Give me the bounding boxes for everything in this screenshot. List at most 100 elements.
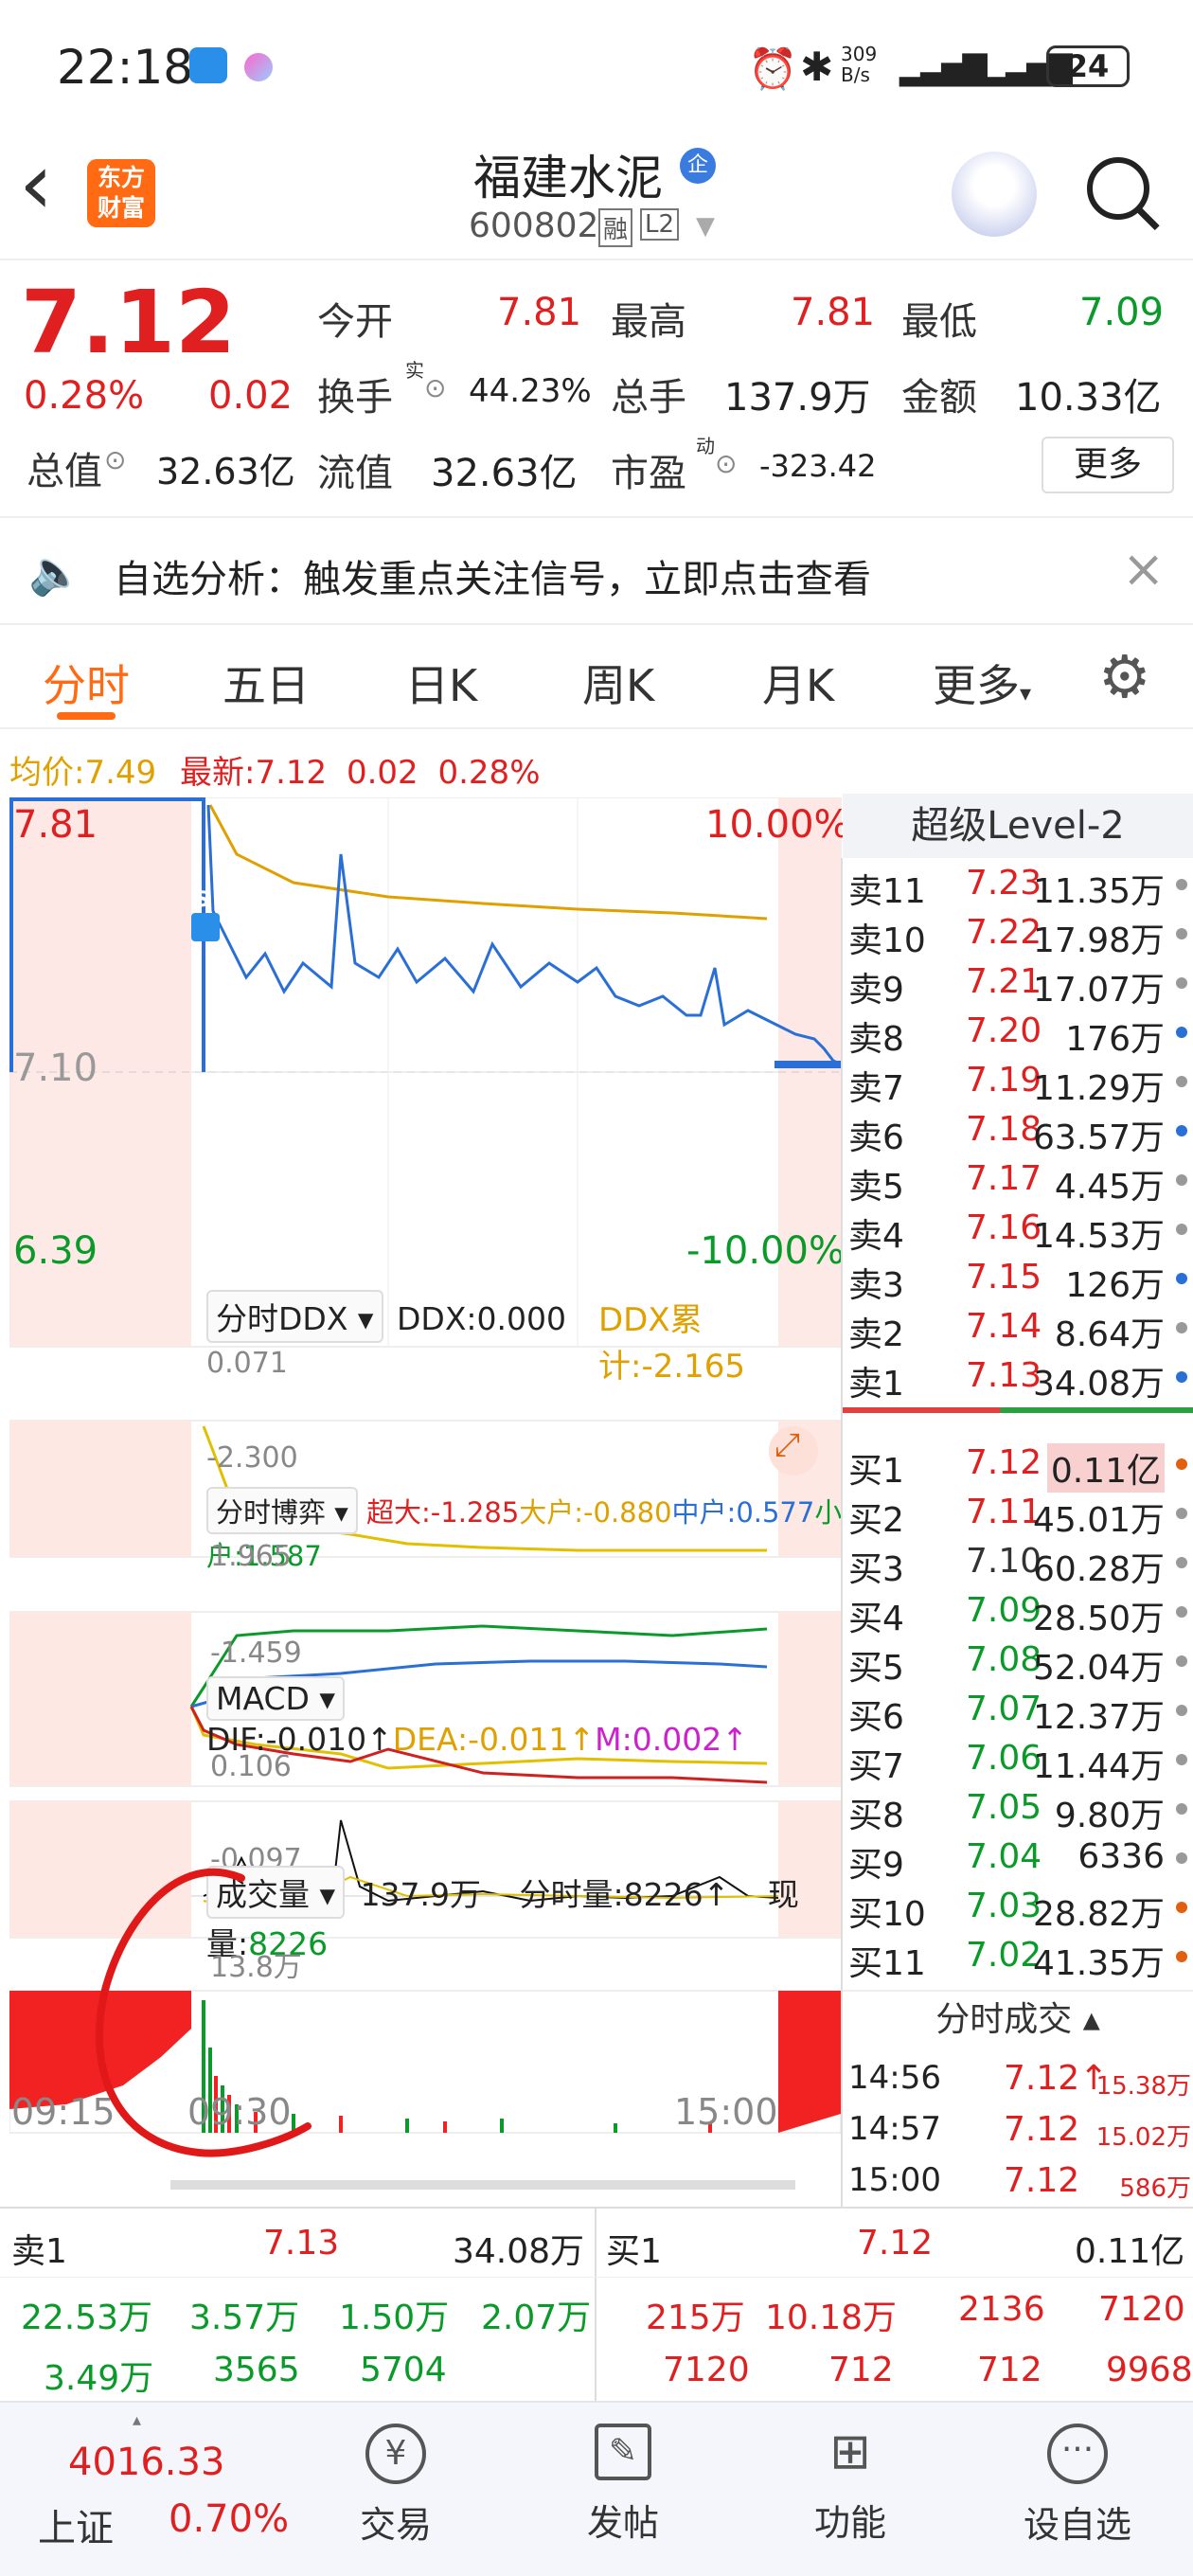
ddx-selector[interactable]: 分时DDX ▾ [206,1290,383,1343]
ask-label: 卖3 [848,1266,904,1305]
robot-assistant-icon[interactable] [952,152,1037,237]
ask-row[interactable]: 卖11 7.23 11.35万 [843,858,1193,911]
bid-label: 买7 [848,1747,904,1786]
ask-price: 7.14 [966,1307,1042,1346]
ask-row[interactable]: 卖8 7.20 176万 [843,1006,1193,1059]
bid-row[interactable]: 买9 7.04 6336 [843,1832,1193,1885]
bid-label: 买2 [848,1501,904,1540]
close-icon[interactable]: × [1122,539,1165,599]
bid-dot [1176,1606,1187,1618]
ask-row[interactable]: 卖5 7.17 4.45万 [843,1154,1193,1207]
tick-volume: 15.38万 [1095,2072,1191,2101]
back-button[interactable]: ‹ [19,142,53,227]
bid-dot [1176,1754,1187,1765]
ask-row[interactable]: 卖2 7.14 8.64万 [843,1301,1193,1354]
bid-row[interactable]: 买4 7.09 28.50万 [843,1585,1193,1638]
ask-dot [1176,1273,1187,1284]
order-book: 卖11 7.23 11.35万 卖10 7.22 17.98万 卖9 7.21 17.07万 卖8… [841,858,1193,2207]
nav-watchlist[interactable]: ··· 设自选 [992,2403,1163,2548]
tab-5day[interactable]: 五日 [223,652,310,714]
app-notify-icon [244,53,273,81]
ask-label: 卖9 [848,971,904,1010]
status-time: 22:18 [57,40,194,95]
index-pct: 0.70% [169,2497,290,2541]
ask-row[interactable]: 卖10 7.22 17.98万 [843,907,1193,960]
tab-monthly-k[interactable]: 月K [762,652,834,714]
nav-trade[interactable]: ¥ 交易 [311,2403,481,2548]
game-selector[interactable]: 分时博弈 ▾ [206,1487,358,1534]
ask-row[interactable]: 卖7 7.19 11.29万 [843,1055,1193,1108]
ask-volume: 63.57万 [1032,1118,1165,1157]
bid-dot [1176,1655,1187,1667]
nav-functions[interactable]: ⊞ 功能 [765,2403,935,2546]
chart-area: 均价:7.49 最新:7.12 0.02 0.28% 7.81 7.10 6.3… [0,729,850,2197]
macd-y-top: 0.106 [210,1750,292,1783]
bid-row[interactable]: 买3 7.10 60.28万 [843,1536,1193,1589]
bid-price: 7.03 [966,1887,1042,1925]
pe-value: -323.42 [759,448,877,484]
speaker-icon: 🔈 [28,546,83,598]
ask-dot [1176,1224,1187,1235]
float-value: 32.63亿 [431,452,578,495]
ask-price: 7.13 [966,1356,1042,1395]
ask-label: 卖8 [848,1020,904,1059]
ask-volume: 8.64万 [1054,1315,1165,1354]
info-line: 均价:7.49 最新:7.12 0.02 0.28% [9,754,541,792]
stock-header: ‹ 东方 财富 福建水泥 企 600802 融 L2 ▼ [0,133,1193,260]
bid-row[interactable]: 买10 7.03 28.82万 [843,1881,1193,1934]
ask-row[interactable]: 卖9 7.21 17.07万 [843,957,1193,1010]
settings-gear-icon[interactable]: ⚙ [1098,642,1151,711]
nav-post[interactable]: ✎ 发帖 [538,2403,708,2546]
bid-row[interactable]: 买1 7.12 0.11亿 [843,1438,1193,1493]
more-button[interactable]: 更多 [1042,437,1174,493]
ddx-cum: DDX累计:-2.165 [598,1301,746,1386]
info-icon[interactable]: ⊙ [424,372,446,403]
tab-more[interactable]: 更多▾ [933,652,1031,714]
bid-row[interactable]: 买2 7.11 45.01万 [843,1487,1193,1540]
bid-volume: 45.01万 [1032,1501,1165,1540]
y-top-label: 7.81 [13,803,98,847]
bid-row[interactable]: 买7 7.06 11.44万 [843,1733,1193,1786]
info-icon[interactable]: ⊙ [104,444,126,475]
ask-row[interactable]: 卖4 7.16 14.53万 [843,1203,1193,1256]
ask-row[interactable]: 卖3 7.15 126万 [843,1252,1193,1305]
ask-price: 7.19 [966,1061,1042,1100]
ask-label: 卖10 [848,921,926,960]
tab-daily-k[interactable]: 日K [405,652,477,714]
macd-selector[interactable]: MACD ▾ [206,1676,345,1721]
more-dots-icon: ··· [1047,2424,1108,2484]
volume-value: 137.9万 [724,376,871,420]
buy-detail: 7120 [663,2351,750,2389]
level2-tag: L2 [640,208,680,241]
ddx-y-top: 0.071 [206,1347,288,1380]
ask-label: 卖2 [848,1315,904,1354]
tab-weekly-k[interactable]: 周K [582,652,654,714]
bid-row[interactable]: 买6 7.07 12.37万 [843,1684,1193,1737]
ticks-header[interactable]: 分时成交 ▴ [843,1990,1193,2047]
pe-label: 市盈 [611,452,686,495]
bid-row[interactable]: 买5 7.08 52.04万 [843,1635,1193,1688]
app-logo[interactable]: 东方 财富 [87,159,155,227]
level2-title[interactable]: 超级Level-2 [843,794,1193,858]
buy-detail: 712 [828,2351,894,2389]
bid-row[interactable]: 买11 7.02 41.35万 [843,1930,1193,1983]
info-icon[interactable]: ⊙ [715,448,737,479]
ask-dot [1176,977,1187,989]
turnover-label: 换手 [317,376,393,420]
dropdown-icon[interactable]: ▼ [696,212,715,241]
tab-indicator [57,712,116,720]
ask-row[interactable]: 卖1 7.13 34.08万 [843,1351,1193,1404]
ask-price: 7.15 [966,1258,1042,1297]
ask-row[interactable]: 卖6 7.18 63.57万 [843,1104,1193,1157]
bid-row[interactable]: 买8 7.05 9.80万 [843,1782,1193,1835]
s-marker[interactable]: S [195,888,210,912]
float-label: 流值 [317,452,393,495]
expand-icon[interactable]: ⤢ [775,1426,800,1464]
ask-volume: 176万 [1065,1020,1165,1059]
ask-volume: 17.98万 [1032,921,1165,960]
tab-intraday[interactable]: 分时 [43,652,130,714]
net-speed: 309 B/s [841,43,878,86]
alert-banner[interactable]: 🔈 自选分析：触发重点关注信号，立即点击查看 × [0,516,1193,625]
index-ticker[interactable]: ▴ 4016.33 上证 0.70% [38,2403,289,2573]
ddx-header: 分时DDX ▾ DDX:0.000 [206,1290,566,1343]
